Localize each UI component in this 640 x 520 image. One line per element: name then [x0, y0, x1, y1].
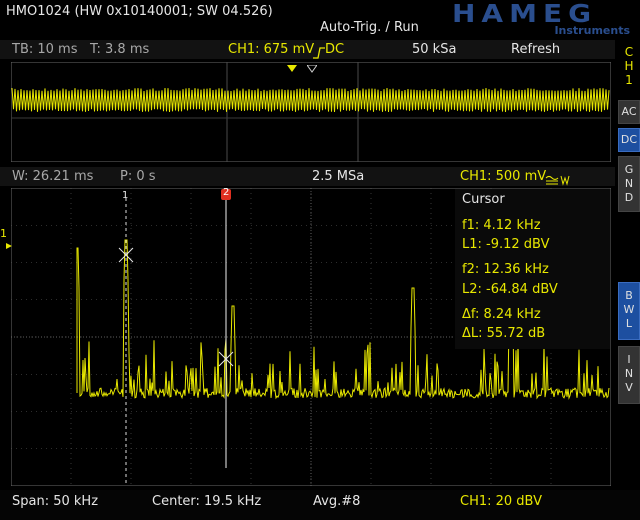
acq-mode[interactable]: Refresh	[511, 42, 560, 58]
ch1-marker-arrow-icon	[6, 234, 12, 253]
fft-window[interactable]: W: 26.21 ms	[12, 169, 93, 185]
fft-scale[interactable]: CH1: 20 dBV	[460, 494, 542, 510]
ch1-level[interactable]: CH1: 675 mV	[228, 42, 314, 58]
center-value[interactable]: Center: 19.5 kHz	[152, 494, 261, 510]
trigger-time[interactable]: T: 3.8 ms	[90, 42, 149, 58]
inv-button[interactable]: INV	[618, 346, 640, 404]
fft-ch1-scale[interactable]: CH1: 500 mV	[460, 169, 546, 185]
fft-sample-rate: 2.5 MSa	[312, 169, 365, 184]
timebase[interactable]: TB: 10 ms	[12, 42, 77, 58]
sample-rate: 50 kSa	[412, 42, 457, 57]
cursor-2-tag[interactable]: 2	[221, 187, 231, 200]
cursor-2-label: 2	[223, 187, 230, 198]
cursor-1-label[interactable]: 1	[122, 188, 128, 204]
time-domain-plot[interactable]	[11, 62, 611, 162]
ch1-coupling: DC	[325, 42, 345, 57]
gnd-button[interactable]: GND	[618, 156, 640, 212]
trigger-delay-icon	[306, 58, 318, 77]
cursor-l1: L1: -9.12 dBV	[462, 237, 550, 252]
trigger-position-icon	[287, 58, 297, 77]
sidebar-ch1-label: CH1	[618, 44, 640, 92]
average-count[interactable]: Avg.#8	[313, 494, 360, 510]
bwl-button[interactable]: BWL	[618, 282, 640, 340]
trigger-status: Auto-Trig. / Run	[320, 20, 419, 35]
cursor-f2: f2: 12.36 kHz	[462, 262, 549, 277]
cursor-l2: L2: -64.84 dBV	[462, 282, 558, 297]
hameg-logo: HAMEG Instruments	[452, 0, 630, 38]
cursor-delta-l: ΔL: 55.72 dB	[462, 326, 546, 341]
cursor-f1: f1: 4.12 kHz	[462, 218, 541, 233]
cursor-title: Cursor	[462, 192, 505, 207]
ac-coupling-button[interactable]: AC	[618, 100, 640, 124]
span-value[interactable]: Span: 50 kHz	[12, 494, 98, 510]
dc-coupling-button[interactable]: DC	[618, 128, 640, 152]
cursor-delta-f: Δf: 8.24 kHz	[462, 307, 541, 322]
fft-position[interactable]: P: 0 s	[120, 169, 156, 185]
logo-text: HAMEG	[452, 0, 598, 29]
device-info: HMO1024 (HW 0x10140001; SW 04.526)	[6, 4, 273, 19]
logo-sub: Instruments	[554, 24, 630, 37]
